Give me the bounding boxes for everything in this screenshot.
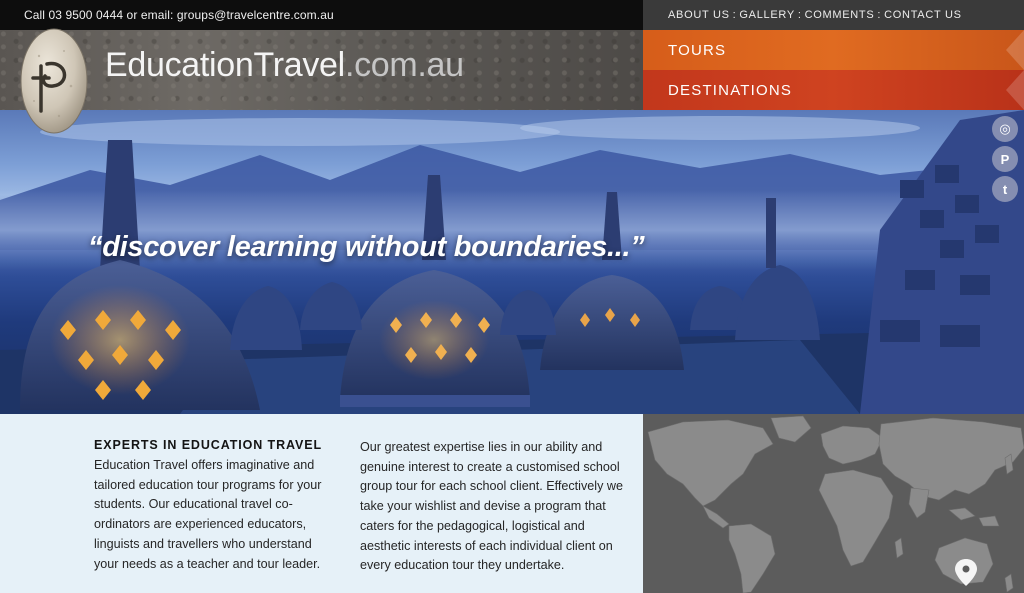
menu-arrow-icon (1006, 30, 1024, 70)
top-navigation: ABOUT US : GALLERY : COMMENTS : CONTACT … (643, 0, 1024, 30)
site-brand-link[interactable]: EducationTravel.com.au (105, 46, 464, 85)
nav-separator: : (732, 9, 737, 21)
world-map[interactable] (643, 414, 1024, 593)
nav-separator: : (797, 9, 802, 21)
intro-column-1: EXPERTS IN EDUCATION TRAVEL Education Tr… (94, 438, 339, 574)
instagram-icon[interactable]: ◎ (992, 116, 1018, 142)
intro-column-2: Our greatest expertise lies in our abili… (360, 438, 628, 576)
menu-arrow-icon (1006, 70, 1024, 110)
brand-main: EducationTravel (105, 46, 345, 84)
intro-paragraph-2: Our greatest expertise lies in our abili… (360, 440, 623, 573)
nav-about-us[interactable]: ABOUT US (668, 9, 730, 21)
brand-tld: .com.au (344, 46, 464, 84)
main-menu: TOURS DESTINATIONS (643, 30, 1024, 110)
nav-gallery[interactable]: GALLERY (739, 9, 794, 21)
nav-comments[interactable]: COMMENTS (805, 9, 875, 21)
intro-paragraph-1: Education Travel offers imaginative and … (94, 458, 322, 571)
intro-heading: EXPERTS IN EDUCATION TRAVEL (94, 438, 323, 452)
hero-banner: “discover learning without boundaries...… (0, 110, 1024, 414)
menu-tours[interactable]: TOURS (643, 30, 1024, 70)
nav-separator: : (877, 9, 882, 21)
menu-destinations[interactable]: DESTINATIONS (643, 70, 1024, 110)
nav-contact-us[interactable]: CONTACT US (884, 9, 962, 21)
intro-section: EXPERTS IN EDUCATION TRAVEL Education Tr… (0, 414, 643, 593)
twitter-icon[interactable]: t (992, 176, 1018, 202)
stone-logo-icon[interactable] (19, 26, 89, 136)
top-contact-bar: Call 03 9500 0444 or email: groups@trave… (0, 0, 643, 30)
site-header: EducationTravel.com.au (0, 30, 643, 110)
world-map-graphic (647, 415, 1024, 593)
contact-info: Call 03 9500 0444 or email: groups@trave… (24, 8, 334, 22)
menu-tours-label: TOURS (668, 41, 727, 59)
menu-destinations-label: DESTINATIONS (668, 81, 793, 99)
pinterest-icon[interactable]: P (992, 146, 1018, 172)
hero-tagline: “discover learning without boundaries...… (88, 231, 645, 263)
